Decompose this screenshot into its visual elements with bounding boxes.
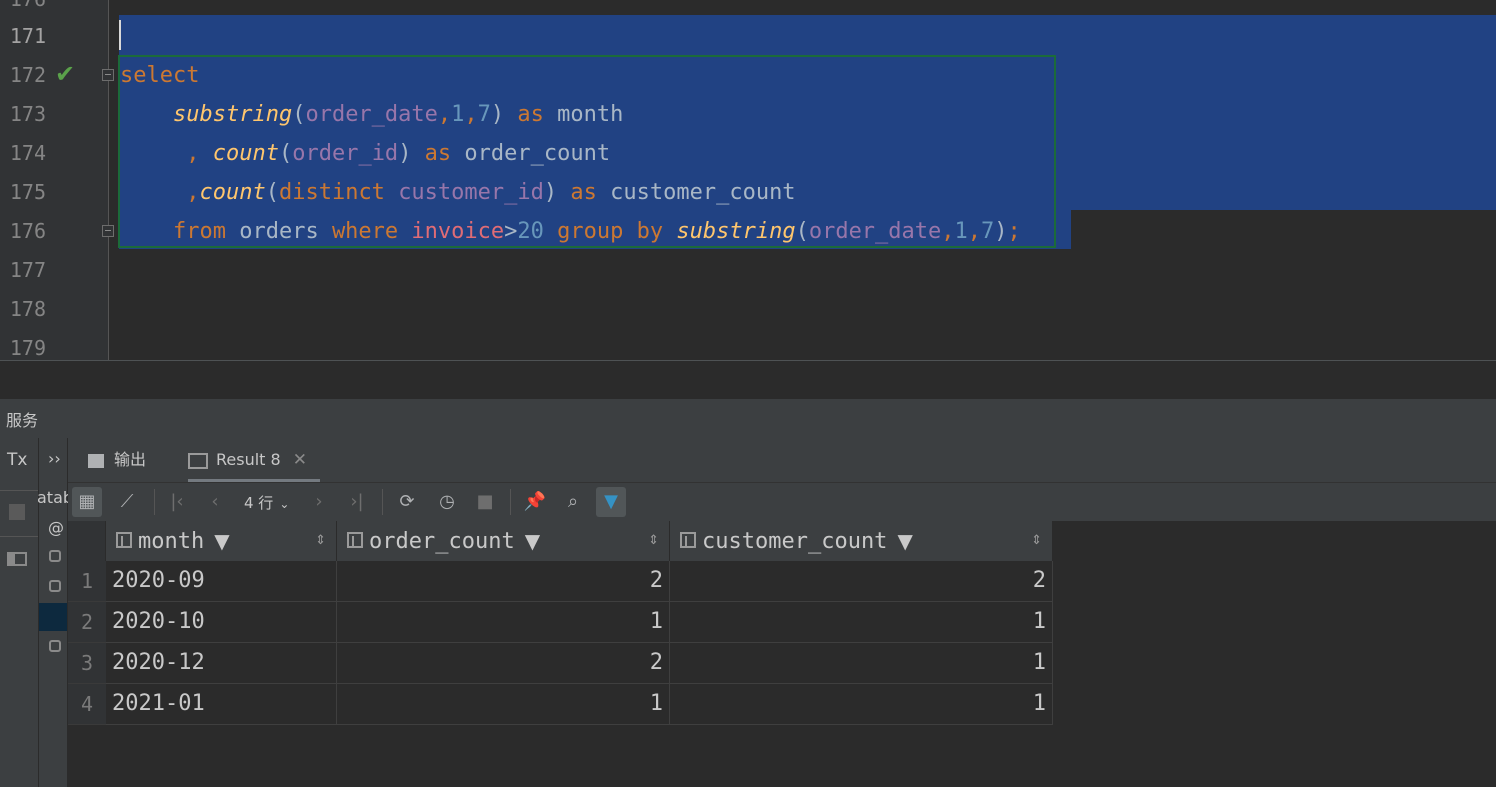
statement-highlight-box	[118, 55, 1056, 248]
services-title: 服务	[6, 411, 39, 430]
fold-marker-icon[interactable]	[102, 69, 114, 81]
table-cell[interactable]: 1	[670, 602, 1053, 643]
table-cell[interactable]: 2020-12	[106, 643, 337, 684]
result-grid[interactable]: month ▼ ⇕ order_count ▼ ⇕ customer_count ▼ ⇕ 1…	[68, 521, 1496, 787]
line-number: 176	[9, 219, 46, 243]
line-number: 178	[9, 297, 46, 321]
prev-page-icon[interactable]: ‹	[200, 487, 230, 517]
line-number: 173	[9, 102, 46, 126]
text-caret	[119, 20, 121, 50]
row-header-corner	[68, 521, 106, 561]
divider	[0, 536, 38, 537]
stop-icon[interactable]	[9, 504, 25, 520]
divider	[510, 489, 511, 515]
search-icon[interactable]: ⌕	[558, 487, 588, 517]
services-tree: ›› atab @	[37, 438, 73, 787]
table-cell[interactable]: 2020-10	[106, 602, 337, 643]
column-label: order_count	[369, 529, 515, 554]
last-page-icon[interactable]: ›|	[342, 487, 372, 517]
column-header-customer-count[interactable]: customer_count ▼ ⇕	[670, 521, 1053, 561]
tab-result-label: Result 8	[216, 450, 281, 469]
console-icon	[88, 453, 104, 468]
session-icon[interactable]	[49, 580, 61, 592]
sort-icon[interactable]: ⇕	[648, 521, 659, 561]
table-cell[interactable]: 2	[337, 561, 670, 602]
row-number[interactable]: 2	[68, 602, 106, 643]
panel-splitter[interactable]	[0, 360, 1496, 399]
fold-marker-icon[interactable]	[102, 225, 114, 237]
tree-item-at[interactable]: @	[48, 518, 64, 537]
chart-view-icon[interactable]: ⟋	[112, 487, 142, 517]
line-number: 171	[9, 24, 46, 48]
table-cell[interactable]: 1	[670, 643, 1053, 684]
line-number: 177	[9, 258, 46, 282]
sort-icon[interactable]: ⇕	[1031, 521, 1042, 561]
line-gutter: 176 171 172 173 174 175 176 177 178 179 …	[0, 0, 109, 360]
table-icon	[188, 452, 208, 469]
check-icon[interactable]: ✔	[55, 62, 75, 86]
table-cell[interactable]: 2	[670, 561, 1053, 602]
pin-icon[interactable]: 📌	[520, 487, 550, 517]
filter-view-icon[interactable]: ▼	[596, 487, 626, 517]
divider	[382, 489, 383, 515]
close-icon[interactable]: ✕	[293, 450, 307, 470]
layout-icon[interactable]	[7, 552, 27, 566]
expand-icon[interactable]: ››	[48, 449, 61, 468]
line-number: 174	[9, 141, 46, 165]
tab-output[interactable]: 输出	[88, 438, 178, 482]
row-number[interactable]: 3	[68, 643, 106, 684]
session-icon[interactable]	[49, 640, 61, 652]
line-number: 179	[9, 336, 46, 360]
column-icon	[680, 532, 696, 548]
result-toolbar: ▦ ⟋ |‹ ‹ 4 行 ⌄ › ›| ⟳ ◷ ■ 📌 ⌕ ▼	[68, 482, 1496, 522]
services-left-toolbar: Tx	[0, 438, 39, 787]
sort-icon[interactable]: ⇕	[315, 521, 326, 561]
refresh-icon[interactable]: ⟳	[392, 487, 422, 517]
history-icon[interactable]: ◷	[432, 487, 462, 517]
table-view-icon[interactable]: ▦	[72, 487, 102, 517]
tree-item-selected[interactable]	[39, 603, 67, 631]
column-label: month	[138, 529, 205, 554]
chevron-down-icon: ⌄	[279, 497, 290, 511]
table-cell[interactable]: 2020-09	[106, 561, 337, 602]
column-icon	[347, 532, 363, 548]
column-header-month[interactable]: month ▼ ⇕	[106, 521, 337, 561]
line-number: 172	[9, 63, 46, 87]
result-tab-bar: 输出 Result 8 ✕	[68, 438, 1496, 482]
table-cell[interactable]: 2	[337, 643, 670, 684]
filter-icon[interactable]: ▼	[897, 521, 912, 561]
code-editor[interactable]: 176 171 172 173 174 175 176 177 178 179 …	[0, 0, 1496, 360]
divider	[0, 490, 38, 491]
next-page-icon[interactable]: ›	[304, 487, 334, 517]
rows-dropdown-label: 4 行	[244, 494, 274, 512]
rows-dropdown[interactable]: 4 行 ⌄	[244, 490, 289, 517]
session-icon[interactable]	[49, 550, 61, 562]
column-header-order-count[interactable]: order_count ▼ ⇕	[337, 521, 670, 561]
first-page-icon[interactable]: |‹	[162, 487, 192, 517]
line-number: 175	[9, 180, 46, 204]
column-label: customer_count	[702, 529, 888, 554]
stop-icon[interactable]: ■	[470, 487, 500, 517]
filter-icon[interactable]: ▼	[525, 521, 540, 561]
table-cell[interactable]: 1	[670, 684, 1053, 725]
services-header	[0, 399, 1496, 438]
row-number[interactable]: 4	[68, 684, 106, 725]
filter-icon[interactable]: ▼	[214, 521, 229, 561]
table-cell[interactable]: 1	[337, 602, 670, 643]
tx-mode-button[interactable]: Tx	[7, 450, 27, 470]
tab-output-label: 输出	[114, 450, 147, 469]
tab-result-8[interactable]: Result 8 ✕	[188, 438, 320, 482]
row-number[interactable]: 1	[68, 561, 106, 602]
table-cell[interactable]: 2021-01	[106, 684, 337, 725]
divider	[154, 489, 155, 515]
column-icon	[116, 532, 132, 548]
table-cell[interactable]: 1	[337, 684, 670, 725]
